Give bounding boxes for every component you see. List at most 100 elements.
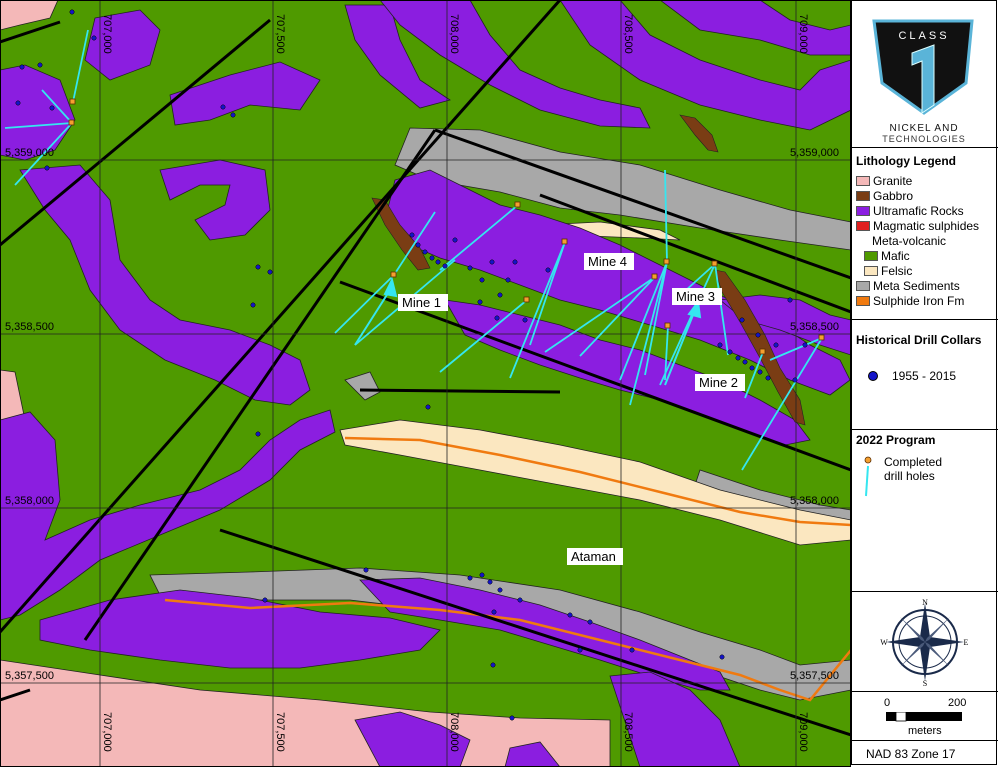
historical-collar	[517, 597, 523, 603]
historical-collar	[773, 342, 779, 348]
historical-collar	[250, 302, 256, 308]
drill-collar	[664, 322, 671, 329]
historical-collar	[719, 654, 725, 660]
historical-collar	[15, 100, 21, 106]
historical-collar	[509, 715, 515, 721]
easting-label-bottom: 708,000	[448, 712, 460, 752]
mine3-label: Mine 3	[676, 289, 715, 304]
lithology-legend-title: Lithology Legend	[856, 154, 956, 168]
magmatic-sulphides-swatch	[856, 221, 870, 231]
historical-collars-title: Historical Drill Collars	[856, 333, 982, 347]
historical-collar	[363, 567, 369, 573]
legend-item-granite: Granite	[856, 174, 912, 188]
historical-collar	[477, 299, 483, 305]
historical-collar	[512, 259, 518, 265]
historical-collar	[442, 263, 448, 269]
historical-collar	[452, 237, 458, 243]
hole-line	[865, 465, 869, 497]
legend-item-label: Granite	[873, 174, 913, 188]
legend-item-label: Meta Sediments	[873, 279, 960, 293]
logo-tagline-2: TECHNOLOGIES	[882, 134, 966, 144]
drill-collar	[818, 334, 825, 341]
historical-collar	[587, 619, 593, 625]
easting-label-bottom: 708,500	[622, 712, 634, 752]
historical-collar	[487, 579, 493, 585]
mine2-label: Mine 2	[699, 375, 738, 390]
historical-collar	[629, 647, 635, 653]
easting-label: 708,000	[448, 14, 460, 54]
scale-unit: meters	[908, 725, 942, 737]
scale-zero: 0	[884, 697, 891, 709]
drill-collar	[663, 258, 670, 265]
historical-collar	[255, 264, 261, 270]
historical-collar	[505, 277, 511, 283]
easting-label: 707,000	[101, 14, 113, 54]
sulphide-iron-swatch	[856, 296, 870, 306]
scale-segment	[895, 712, 907, 722]
historical-collar	[44, 165, 50, 171]
scale-segment	[886, 712, 896, 721]
logo-tagline-1: NICKEL AND	[889, 123, 958, 134]
historical-collar	[479, 277, 485, 283]
company-logo: CLASS NICKEL AND TECHNOLOGIES	[872, 19, 974, 144]
compass-n: N	[922, 598, 928, 607]
northing-label-left: 5,359,000	[5, 147, 54, 159]
historical-collar	[425, 404, 431, 410]
compass-star-ns	[920, 603, 930, 642]
legend-item-magmatic-sulphides: Magmatic sulphides	[856, 219, 979, 233]
legend-item-mafic: Mafic	[864, 249, 910, 263]
program-title: 2022 Program	[856, 433, 936, 447]
historical-collar	[490, 662, 496, 668]
historical-collar	[755, 332, 761, 338]
historical-collar	[491, 609, 497, 615]
legend-divider	[852, 147, 998, 148]
drill-collar	[523, 296, 530, 303]
ataman-label: Ataman	[571, 549, 616, 564]
historical-collar	[739, 317, 745, 323]
historical-collar	[792, 377, 798, 383]
historical-collar	[545, 267, 551, 273]
ultramafic-swatch	[856, 206, 870, 216]
historical-collar	[255, 431, 261, 437]
felsic-swatch	[864, 266, 878, 276]
easting-label: 708,500	[622, 14, 634, 54]
historical-collar	[19, 64, 25, 70]
historical-collar	[467, 265, 473, 271]
historical-dot-icon	[868, 371, 878, 381]
historical-collar	[422, 249, 428, 255]
historical-collar	[262, 597, 268, 603]
drill-collar	[711, 260, 718, 267]
historical-collar	[429, 255, 435, 261]
granite-swatch	[856, 176, 870, 186]
legend-divider	[852, 319, 998, 320]
historical-collar	[494, 315, 500, 321]
historical-collar	[489, 259, 495, 265]
mine4-label: Mine 4	[588, 254, 627, 269]
historical-collar	[802, 342, 808, 348]
compass-rose-icon: N S E W	[880, 598, 968, 687]
scale-max: 200	[948, 697, 967, 709]
historical-collar	[787, 297, 793, 303]
legend-divider	[852, 429, 998, 430]
drill-collar	[561, 238, 568, 245]
historical-collar	[497, 587, 503, 593]
map-figure: 707,000 707,500 708,000 708,500 709,000 …	[0, 0, 999, 767]
meta-sediments-swatch	[856, 281, 870, 291]
collar-dot	[864, 456, 872, 464]
northing-label-left: 5,358,000	[5, 495, 54, 507]
legend-item-label: 1955 - 2015	[892, 369, 957, 383]
historical-collar	[267, 269, 273, 275]
program-label-2: drill holes	[884, 469, 935, 483]
easting-label: 707,500	[274, 14, 286, 54]
mine1-label: Mine 1	[402, 295, 441, 310]
legend-divider	[852, 740, 998, 741]
historical-collar	[91, 35, 97, 41]
compass-star-e	[925, 637, 964, 647]
legend-panel: CLASS NICKEL AND TECHNOLOGIES Lithology …	[851, 0, 998, 765]
historical-collar	[742, 359, 748, 365]
legend-item-historical: 1955 - 2015	[868, 369, 956, 383]
historical-collar	[230, 112, 236, 118]
legend-item-ultramafic: Ultramafic Rocks	[856, 204, 964, 218]
program-label-1: Completed	[884, 455, 943, 469]
northing-label-right: 5,358,000	[790, 495, 839, 507]
